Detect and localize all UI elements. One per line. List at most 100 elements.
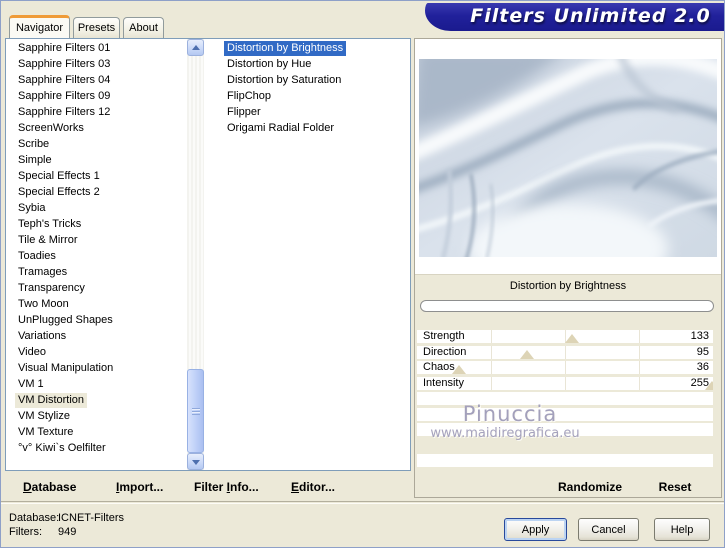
category-item[interactable]: Two Moon [6,297,186,313]
preview-box [415,39,721,275]
filter-item[interactable]: Distortion by Saturation [219,73,408,89]
filters-count-value: 949 [58,526,77,538]
category-item[interactable]: Sybia [6,201,186,217]
category-item[interactable]: ScreenWorks [6,121,186,137]
database-status-value: ICNET-Filters [58,512,124,524]
category-item[interactable]: Teph's Tricks [6,217,186,233]
filter-info-button[interactable]: Filter Info... [194,480,259,494]
apply-button[interactable]: Apply [504,518,567,541]
category-item[interactable]: Tramages [6,265,186,281]
slider-value: 36 [696,361,709,373]
filter-item[interactable]: Distortion by Hue [219,57,408,73]
database-status-label: Database: [9,512,60,524]
category-item[interactable]: °v° Kiwi`s Oelfilter [6,441,186,457]
slider-marker[interactable] [564,334,579,343]
thumb-grip-icon [192,408,200,415]
slider-rows: Strength 133 Direction 95 Chaos 36 Intensity 25… [417,330,713,392]
slider-tick [639,361,640,374]
category-item[interactable]: VM Distortion [6,393,186,409]
filter-panel: Distortion by Brightness Strength 133 Dire… [414,38,722,498]
reset-button[interactable]: Reset [645,480,705,494]
slider-tick [491,376,492,390]
category-item[interactable]: Video [6,345,186,361]
randomize-button[interactable]: Randomize [545,480,635,494]
help-button[interactable]: Help [654,518,710,541]
label-accel: D [23,480,32,494]
slider-chaos[interactable]: Chaos 36 [417,361,713,374]
tab-about[interactable]: About [123,17,164,38]
label-text: mport... [119,480,164,494]
watermark-name: Pinuccia [462,402,558,426]
category-item[interactable]: Sapphire Filters 12 [6,105,186,121]
slider-label: Intensity [423,376,464,389]
category-item[interactable]: Variations [6,329,186,345]
filter-item[interactable]: FlipChop [219,89,408,105]
category-item[interactable]: UnPlugged Shapes [6,313,186,329]
category-item[interactable]: Toadies [6,249,186,265]
slider-tick [639,376,640,390]
empty-slider-row [417,454,713,467]
category-item[interactable]: Transparency [6,281,186,297]
slider-marker[interactable] [520,349,535,359]
slider-tick [639,345,640,359]
slider-value: 133 [690,330,709,342]
category-item[interactable]: VM 1 [6,377,186,393]
scroll-down-button[interactable] [187,453,204,470]
slider-label: Strength [423,330,465,342]
slider-label: Direction [423,345,467,358]
database-button[interactable]: Database [23,480,76,494]
category-item[interactable]: VM Texture [6,425,186,441]
category-item[interactable]: Sapphire Filters 04 [6,73,186,89]
tab-presets[interactable]: Presets [73,17,120,38]
category-item[interactable]: Sapphire Filters 09 [6,89,186,105]
slider-strength[interactable]: Strength 133 [417,330,713,343]
label-text: Filter [194,480,227,494]
cancel-button[interactable]: Cancel [578,518,639,541]
filter-item[interactable]: Flipper [219,105,408,121]
preview-image [419,59,717,257]
selected-filter-caption: Distortion by Brightness [509,280,627,292]
category-item[interactable]: Special Effects 2 [6,185,186,201]
slider-value: 95 [696,345,709,358]
category-item[interactable]: Tile & Mirror [6,233,186,249]
slider-tick [565,345,566,359]
filter-item[interactable]: Origami Radial Folder [219,121,408,137]
category-item[interactable]: Scribe [6,137,186,153]
filters-count-label: Filters: [9,526,42,538]
slider-tick [565,376,566,390]
scroll-up-icon [192,45,200,50]
label-accel: E [291,480,300,494]
slider-label: Chaos [423,361,455,373]
category-item[interactable]: Special Effects 1 [6,169,186,185]
slider-tick [565,361,566,374]
slider-tick [491,361,492,374]
category-item[interactable]: Simple [6,153,186,169]
label-text: atabase [31,480,77,494]
slider-direction[interactable]: Direction 95 [417,345,713,359]
category-scrollbar[interactable] [187,39,204,470]
list-box: Sapphire Filters 01 Sapphire Filters 03 Sa… [5,38,411,471]
progress-bar [420,300,714,312]
slider-tick [491,330,492,343]
title-banner: Filters Unlimited 2.0 [425,3,724,31]
tab-navigator[interactable]: Navigator [9,15,70,38]
import-button[interactable]: Import... [116,480,163,494]
slider-value: 255 [690,376,709,389]
label-text: ditor... [299,480,336,494]
category-item[interactable]: VM Stylize [6,409,186,425]
scroll-down-icon [192,460,200,465]
scrollbar-thumb[interactable] [187,369,204,453]
editor-button[interactable]: Editor... [291,480,335,494]
label-text: nfo... [230,480,259,494]
category-item[interactable]: Visual Manipulation [6,361,186,377]
filter-list[interactable]: Distortion by Brightness Distortion by Hu… [219,41,408,468]
category-item[interactable]: Sapphire Filters 03 [6,57,186,73]
slider-intensity[interactable]: Intensity 255 [417,376,713,390]
filters-unlimited-dialog: Filters Unlimited 2.0 Navigator Presets … [0,0,725,548]
category-list[interactable]: Sapphire Filters 01 Sapphire Filters 03 Sa… [6,41,186,468]
category-item[interactable]: Sapphire Filters 01 [6,41,186,57]
slider-tick [491,345,492,359]
watermark-url: www.maidiregrafica.eu [430,426,580,441]
scroll-up-button[interactable] [187,39,204,56]
filter-item[interactable]: Distortion by Brightness [219,41,408,57]
